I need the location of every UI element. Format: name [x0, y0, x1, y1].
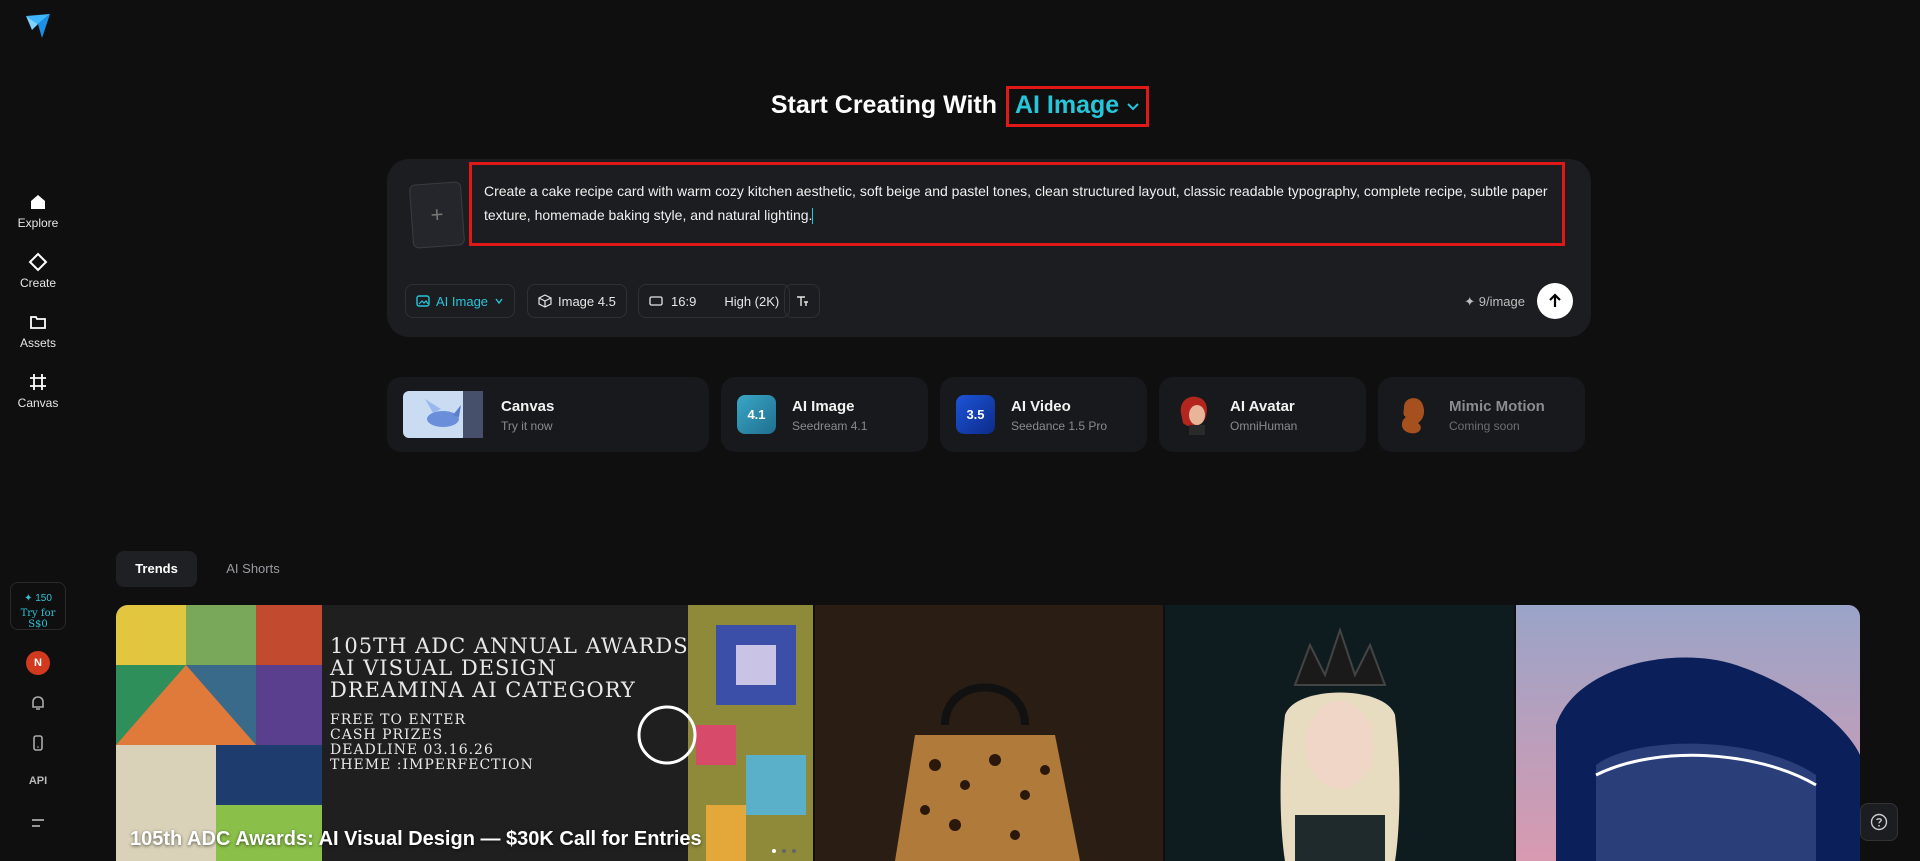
carousel-dot[interactable] [772, 849, 776, 853]
sidebar-item-label: Assets [19, 336, 56, 350]
gallery-item-handbag[interactable] [815, 605, 1163, 861]
canvas-icon [30, 374, 46, 390]
prompt-input[interactable]: Create a cake recipe card with warm cozy… [469, 162, 1565, 246]
text-icon [797, 296, 808, 306]
generate-button[interactable] [1537, 283, 1573, 319]
seedance-badge: 3.5 [956, 395, 995, 434]
help-icon [1870, 813, 1888, 831]
sidebar-item-canvas[interactable]: Canvas [0, 372, 76, 410]
sidebar-item-label: Explore [17, 216, 59, 230]
title-prefix: Start Creating With [770, 91, 998, 119]
ratio-quality-selector[interactable]: 16:9 High (2K) [638, 284, 791, 318]
poster-line: 105TH ADC ANNUAL AWARDS [330, 634, 689, 658]
sidebar-item-create[interactable]: Create [0, 252, 76, 290]
ratio-label: 16:9 [671, 293, 697, 309]
feature-card-ai-image[interactable]: 4.1 AI Image Seedream 4.1 [721, 377, 928, 452]
text-style-button[interactable] [784, 284, 820, 318]
carousel-dot[interactable] [792, 849, 796, 853]
add-reference-button[interactable]: + [408, 181, 466, 249]
tab-trends[interactable]: Trends [116, 551, 197, 587]
poster-line: AI VISUAL DESIGN [330, 656, 557, 680]
credits-amount: ✦ 150 [24, 593, 52, 604]
architecture-image [1516, 605, 1860, 861]
feature-subtitle: Try it now [501, 419, 553, 433]
feature-title: AI Image [792, 398, 855, 415]
model-selector[interactable]: Image 4.5 [527, 284, 627, 318]
avatar[interactable]: N [26, 651, 50, 675]
poster-line: CASH PRIZES [330, 727, 444, 743]
chevron-down-icon [495, 298, 503, 305]
cube-icon [538, 294, 552, 308]
bell-icon[interactable] [28, 693, 48, 713]
feature-subtitle: Coming soon [1449, 419, 1520, 433]
seedream-badge: 4.1 [737, 395, 776, 434]
feature-title: AI Video [1011, 398, 1071, 415]
api-link[interactable]: API [0, 775, 76, 787]
feature-card-mimic-motion[interactable]: Mimic Motion Coming soon [1378, 377, 1585, 452]
feature-title: AI Avatar [1230, 398, 1295, 415]
sidebar-item-label: Create [19, 276, 57, 290]
sidebar: Explore Create Assets Canvas ✦ 150 Try f… [0, 0, 76, 861]
carousel-dots[interactable] [772, 849, 796, 853]
handbag-image [815, 605, 1163, 861]
logo-icon[interactable] [24, 12, 52, 40]
cost-label: 9/image [1478, 294, 1525, 309]
prompt-panel: + Create a cake recipe card with warm co… [387, 159, 1591, 337]
mode-label: AI Image [1014, 91, 1120, 119]
mode-selector[interactable]: AI Image [1005, 86, 1150, 127]
model-label: Image 4.5 [558, 293, 616, 309]
text-caret [812, 208, 814, 225]
credits-value: 150 [35, 593, 52, 604]
avatar-thumbnail [1180, 396, 1207, 435]
help-button[interactable] [1860, 803, 1898, 841]
mimic-thumbnail [1401, 398, 1425, 434]
pegasus-thumbnail [403, 391, 483, 438]
folder-icon [30, 316, 46, 329]
gallery-item-queen-portrait[interactable] [1165, 605, 1514, 861]
image-icon [416, 295, 430, 307]
page-title: Start Creating With AI Image [0, 86, 1920, 127]
feature-card-canvas[interactable]: Canvas Try it now [387, 377, 709, 452]
feature-title: Canvas [501, 398, 555, 415]
queen-portrait-image [1165, 605, 1514, 861]
cost-indicator: ✦ 9/image [1464, 294, 1525, 309]
quality-label: High (2K) [724, 293, 780, 309]
sidebar-item-label: Canvas [17, 396, 59, 410]
menu-icon[interactable] [28, 813, 48, 833]
arrow-up-icon [1549, 293, 1561, 307]
feature-card-ai-avatar[interactable]: AI Avatar OmniHuman [1159, 377, 1366, 452]
type-selector[interactable]: AI Image [405, 284, 516, 318]
gallery-item-architecture[interactable] [1516, 605, 1860, 861]
poster-line: THEME :IMPERFECTION [330, 757, 534, 773]
featured-title: 105th ADC Awards: AI Visual Design — $30… [130, 828, 702, 850]
feature-title: Mimic Motion [1449, 398, 1545, 415]
chevron-down-icon [1127, 103, 1139, 111]
gallery-item-adc-awards[interactable]: 105TH ADC ANNUAL AWARDS AI VISUAL DESIGN… [116, 605, 813, 861]
type-label: AI Image [436, 293, 489, 309]
aspect-ratio-icon [649, 296, 663, 306]
home-icon [31, 195, 45, 209]
credits-badge[interactable]: ✦ 150 Try for S$0 [10, 582, 66, 630]
carousel-dot[interactable] [782, 849, 786, 853]
poster-line: DEADLINE 03.16.26 [330, 742, 494, 758]
feature-subtitle: Seedance 1.5 Pro [1011, 419, 1108, 433]
poster-text: 105TH ADC ANNUAL AWARDS AI VISUAL DESIGN… [330, 635, 689, 773]
sidebar-item-assets[interactable]: Assets [0, 312, 76, 350]
tab-ai-shorts[interactable]: AI Shorts [208, 551, 298, 587]
feature-card-ai-video[interactable]: 3.5 AI Video Seedance 1.5 Pro [940, 377, 1147, 452]
mobile-icon[interactable] [28, 733, 48, 753]
sidebar-item-explore[interactable]: Explore [0, 192, 76, 230]
diamond-icon [28, 252, 48, 272]
feature-subtitle: OmniHuman [1230, 419, 1298, 433]
poster-line: FREE TO ENTER [330, 712, 466, 728]
poster-line: DREAMINA AI CATEGORY [330, 678, 636, 702]
feature-subtitle: Seedream 4.1 [792, 419, 868, 433]
prompt-text: Create a cake recipe card with warm cozy… [484, 183, 1548, 223]
credits-promo: Try for S$0 [20, 608, 56, 630]
